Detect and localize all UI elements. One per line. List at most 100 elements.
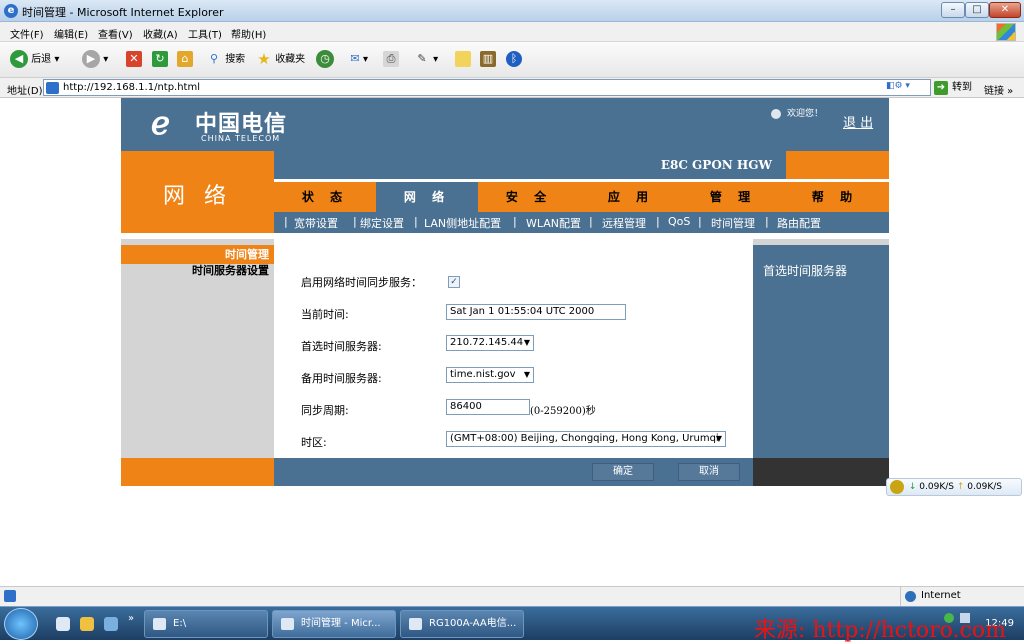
stop-button[interactable]: ✕ xyxy=(126,50,142,70)
forward-button[interactable]: ▶ ▾ xyxy=(82,50,108,70)
subnav-broadband[interactable]: 宽带设置 xyxy=(294,215,338,231)
status-bar: Internet xyxy=(0,586,1024,606)
subnav-remote[interactable]: 远程管理 xyxy=(602,215,646,231)
menu-file[interactable]: 文件(F) xyxy=(10,26,44,41)
refresh-button[interactable]: ↻ xyxy=(152,50,168,70)
tab-security[interactable]: 安 全 xyxy=(478,182,580,212)
sidebar: 时间管理 时间服务器设置 xyxy=(121,245,274,458)
sidebar-item-time-server[interactable]: 时间服务器设置 xyxy=(121,264,274,278)
home-button[interactable]: ⌂ xyxy=(177,50,193,70)
cancel-button[interactable]: 取消 xyxy=(678,463,740,481)
download-arrow-icon: ↓ xyxy=(908,482,917,492)
tab-application[interactable]: 应 用 xyxy=(580,182,682,212)
user-icon xyxy=(771,108,781,119)
print-button[interactable]: ⎙ xyxy=(383,50,399,70)
search-button[interactable]: ⚲ 搜索 xyxy=(206,50,245,70)
sync-checkbox[interactable]: ✓ xyxy=(448,276,460,288)
left-banner: 网 络 xyxy=(121,151,274,233)
menu-help[interactable]: 帮助(H) xyxy=(231,26,266,41)
ie-icon: e xyxy=(4,4,18,18)
router-page: ℯ 中国电信 CHINA TELECOM 欢迎您！ 退 出 网 络 E8C GP… xyxy=(121,98,889,486)
explorer-quicklaunch-icon[interactable] xyxy=(104,617,118,631)
address-bar: 地址(D) http://192.168.1.1/ntp.html ◧⚙ ▾ ➜… xyxy=(0,78,1024,98)
links-button[interactable]: 链接 » xyxy=(984,82,1013,97)
window-title: 时间管理 - Microsoft Internet Explorer xyxy=(22,6,224,19)
main-tabs: 状 态 网 络 安 全 应 用 管 理 帮 助 xyxy=(274,179,889,212)
windows-logo-icon xyxy=(996,23,1016,41)
start-button[interactable] xyxy=(4,608,38,640)
sync-period-input[interactable]: 86400 xyxy=(446,399,530,415)
edit-button[interactable]: ✎ ▾ xyxy=(414,50,438,70)
subnav-qos[interactable]: QoS xyxy=(668,215,690,228)
menu-edit[interactable]: 编辑(E) xyxy=(54,26,88,41)
tab-help[interactable]: 帮 助 xyxy=(784,182,886,212)
minimize-button[interactable]: – xyxy=(941,2,965,18)
close-button[interactable]: ✕ xyxy=(989,2,1021,18)
menu-tools[interactable]: 工具(T) xyxy=(188,26,222,41)
home-icon: ⌂ xyxy=(177,51,193,67)
task-ie[interactable]: 时间管理 - Micr... xyxy=(272,610,396,638)
page-header: ℯ 中国电信 CHINA TELECOM 欢迎您！ 退 出 xyxy=(121,98,889,151)
go-button[interactable]: ➜ 转到 xyxy=(934,80,982,96)
timezone-label: 时区: xyxy=(301,436,327,449)
qq-quicklaunch-icon[interactable] xyxy=(80,617,94,631)
primary-server-select[interactable]: 210.72.145.44 ▼ xyxy=(446,335,534,351)
network-speed-widget[interactable]: ↓ 0.09K/S ↑ 0.09K/S xyxy=(886,478,1022,496)
sync-period-unit: 秒 xyxy=(585,406,596,417)
subnav-separator: | xyxy=(414,215,418,228)
menu-bar: 文件(F) 编辑(E) 查看(V) 收藏(A) 工具(T) 帮助(H) xyxy=(0,22,1024,42)
quicklaunch-more-icon[interactable]: » xyxy=(128,613,134,624)
sub-navigation: | 宽带设置 | 绑定设置 | LAN侧地址配置 | WLAN配置 | 远程管理… xyxy=(274,212,889,233)
subnav-binding[interactable]: 绑定设置 xyxy=(360,215,404,231)
chevron-down-icon: ▼ xyxy=(523,370,530,379)
address-dropdown-icon[interactable]: ◧⚙ ▾ xyxy=(886,81,930,95)
task-explorer[interactable]: E:\ xyxy=(144,610,268,638)
tab-status[interactable]: 状 态 xyxy=(274,182,376,212)
menu-view[interactable]: 查看(V) xyxy=(98,26,133,41)
task-doc[interactable]: RG100A-AA电信... xyxy=(400,610,524,638)
subnav-lan-address[interactable]: LAN侧地址配置 xyxy=(424,215,501,231)
chevron-down-icon: ▼ xyxy=(523,338,530,347)
backup-server-label: 备用时间服务器: xyxy=(301,372,382,385)
subnav-routing[interactable]: 路由配置 xyxy=(777,215,821,231)
logout-link[interactable]: 退 出 xyxy=(843,112,873,131)
ok-button[interactable]: 确定 xyxy=(592,463,654,481)
menu-favorites[interactable]: 收藏(A) xyxy=(143,26,178,41)
page-icon xyxy=(46,82,59,94)
mail-button[interactable]: ✉ ▾ xyxy=(347,50,368,70)
history-button[interactable]: ◷ xyxy=(316,50,334,70)
tab-network[interactable]: 网 络 xyxy=(376,182,478,212)
subnav-time[interactable]: 时间管理 xyxy=(711,215,755,231)
primary-server-label: 首选时间服务器: xyxy=(301,340,382,353)
divider xyxy=(121,233,889,245)
favorites-button[interactable]: ★ 收藏夹 xyxy=(256,50,305,70)
back-button[interactable]: ◀ 后退 ▾ xyxy=(10,50,59,70)
toolbar: ◀ 后退 ▾ ▶ ▾ ✕ ↻ ⌂ ⚲ 搜索 ★ 收藏夹 ◷ ✉ ▾ ⎙ ✎ ▾ ▥… xyxy=(0,42,1024,78)
maximize-button[interactable]: □ xyxy=(965,2,989,18)
search-icon: ⚲ xyxy=(209,52,219,65)
current-time-field[interactable]: Sat Jan 1 01:55:04 UTC 2000 xyxy=(446,304,626,320)
tab-management[interactable]: 管 理 xyxy=(682,182,784,212)
help-title: 首选时间服务器 xyxy=(763,264,848,278)
ie-quicklaunch-icon[interactable] xyxy=(56,617,70,631)
footer-actions: 确定 取消 xyxy=(274,458,753,486)
sidebar-item-time[interactable]: 时间管理 xyxy=(121,245,274,264)
security-zone: Internet xyxy=(900,587,1024,606)
subnav-separator: | xyxy=(353,215,357,228)
subnav-separator: | xyxy=(513,215,517,228)
edit-dropdown-icon: ▾ xyxy=(430,54,439,65)
address-input[interactable]: http://192.168.1.1/ntp.html xyxy=(43,79,931,96)
primary-server-value: 210.72.145.44 xyxy=(450,337,524,348)
subnav-wlan[interactable]: WLAN配置 xyxy=(526,215,581,231)
bluetooth-button[interactable]: ᛒ xyxy=(506,50,522,70)
footer-right xyxy=(753,458,889,486)
sync-label: 启用网络时间同步服务： xyxy=(301,276,422,289)
subnav-separator: | xyxy=(698,215,702,228)
timezone-select[interactable]: (GMT+08:00) Beijing, Chongqing, Hong Kon… xyxy=(446,431,726,447)
discuss-button[interactable] xyxy=(455,50,471,70)
backup-server-select[interactable]: time.nist.gov ▼ xyxy=(446,367,534,383)
mail-icon: ✉ xyxy=(350,52,360,65)
star-icon: ★ xyxy=(257,50,271,68)
sync-period-range: (0-259200)秒 xyxy=(530,402,596,417)
research-button[interactable]: ▥ xyxy=(480,50,496,70)
